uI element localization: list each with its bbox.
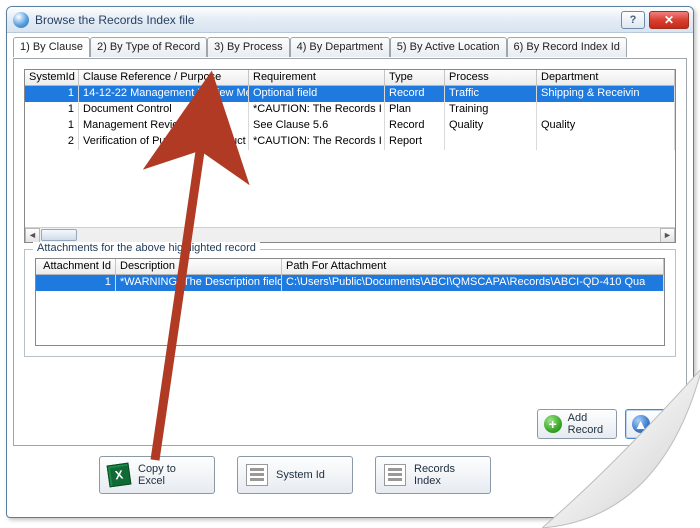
table-cell: Quality <box>445 118 537 134</box>
table-cell: Plan <box>385 102 445 118</box>
table-cell: Optional field <box>249 86 385 102</box>
help-button[interactable]: ? <box>621 11 645 29</box>
records-grid[interactable]: SystemId Clause Reference / Purpose Requ… <box>24 69 676 243</box>
table-row[interactable]: 1Management Review MinutesSee Clause 5.6… <box>25 118 675 134</box>
records-index-button[interactable]: Records Index <box>375 456 491 494</box>
attachments-group: Attachments for the above highlighted re… <box>24 249 676 357</box>
close-button[interactable]: ✕ <box>649 11 689 29</box>
col-clause[interactable]: Clause Reference / Purpose <box>79 70 249 86</box>
copy-to-excel-button[interactable]: Copy to Excel <box>99 456 215 494</box>
table-cell <box>537 134 675 150</box>
col-requirement[interactable]: Requirement <box>249 70 385 86</box>
table-cell: See Clause 5.6 <box>249 118 385 134</box>
table-cell: 2 <box>25 134 79 150</box>
table-cell <box>537 102 675 118</box>
table-row[interactable]: 2Verification of Purchased Product*CAUTI… <box>25 134 675 150</box>
records-index-label: Records Index <box>414 463 455 487</box>
attachments-grid[interactable]: Attachment Id Description Path For Attac… <box>35 258 665 346</box>
table-cell: 14-12-22 Management Review Me <box>79 86 249 102</box>
titlebar[interactable]: Browse the Records Index file ? ✕ <box>7 7 693 33</box>
table-cell: Management Review Minutes <box>79 118 249 134</box>
records-grid-body[interactable]: 114-12-22 Management Review MeOptional f… <box>25 86 675 227</box>
table-cell: Record <box>385 86 445 102</box>
copy-to-excel-label: Copy to Excel <box>138 463 176 487</box>
scrollbar-left-icon[interactable]: ◄ <box>25 228 40 243</box>
table-row[interactable]: 1Document Control*CAUTION: The Records I… <box>25 102 675 118</box>
app-icon <box>13 12 29 28</box>
table-cell <box>445 134 537 150</box>
col-systemid[interactable]: SystemId <box>25 70 79 86</box>
records-grid-header: SystemId Clause Reference / Purpose Requ… <box>25 70 675 86</box>
attachments-grid-body[interactable]: 1*WARNING: The Description fieldC:\Users… <box>36 275 664 345</box>
tab-by-process[interactable]: 3) By Process <box>207 37 289 57</box>
tab-by-type[interactable]: 2) By Type of Record <box>90 37 207 57</box>
table-row[interactable]: 1*WARNING: The Description fieldC:\Users… <box>36 275 664 291</box>
tab-by-clause[interactable]: 1) By Clause <box>13 37 90 57</box>
table-cell: Shipping & Receivin <box>537 86 675 102</box>
table-cell: C:\Users\Public\Documents\ABCI\QMSCAPA\R… <box>282 275 664 291</box>
system-id-label: System Id <box>276 469 325 481</box>
table-cell: Verification of Purchased Product <box>79 134 249 150</box>
col-attach-path[interactable]: Path For Attachment <box>282 259 664 275</box>
system-id-button[interactable]: System Id <box>237 456 353 494</box>
table-cell: Record <box>385 118 445 134</box>
table-cell: *CAUTION: The Records I <box>249 102 385 118</box>
scrollbar-thumb[interactable] <box>41 229 77 241</box>
document-icon <box>246 464 268 486</box>
table-cell: 1 <box>25 118 79 134</box>
table-cell: Report <box>385 134 445 150</box>
close-icon: ✕ <box>664 13 674 27</box>
table-cell: 1 <box>25 102 79 118</box>
table-cell: 1 <box>36 275 116 291</box>
attachments-grid-header: Attachment Id Description Path For Attac… <box>36 259 664 275</box>
table-cell: *CAUTION: The Records I <box>249 134 385 150</box>
table-cell: Quality <box>537 118 675 134</box>
table-cell: Training <box>445 102 537 118</box>
col-department[interactable]: Department <box>537 70 675 86</box>
col-attach-id[interactable]: Attachment Id <box>36 259 116 275</box>
tab-bar: 1) By Clause 2) By Type of Record 3) By … <box>13 37 687 57</box>
document-icon <box>384 464 406 486</box>
col-type[interactable]: Type <box>385 70 445 86</box>
excel-icon <box>107 463 132 488</box>
window-title: Browse the Records Index file <box>35 13 194 27</box>
tab-by-record-index-id[interactable]: 6) By Record Index Id <box>507 37 627 57</box>
attachments-legend: Attachments for the above highlighted re… <box>33 242 260 254</box>
table-cell: *WARNING: The Description field <box>116 275 282 291</box>
table-cell: Document Control <box>79 102 249 118</box>
table-cell: Traffic <box>445 86 537 102</box>
col-attach-desc[interactable]: Description <box>116 259 282 275</box>
table-row[interactable]: 114-12-22 Management Review MeOptional f… <box>25 86 675 102</box>
tab-by-department[interactable]: 4) By Department <box>290 37 390 57</box>
col-process[interactable]: Process <box>445 70 537 86</box>
scrollbar-right-icon[interactable]: ► <box>660 228 675 243</box>
page-curl-decoration <box>542 368 700 528</box>
table-cell: 1 <box>25 86 79 102</box>
records-hscrollbar[interactable]: ◄ ► <box>25 227 675 242</box>
tab-by-active-location[interactable]: 5) By Active Location <box>390 37 507 57</box>
